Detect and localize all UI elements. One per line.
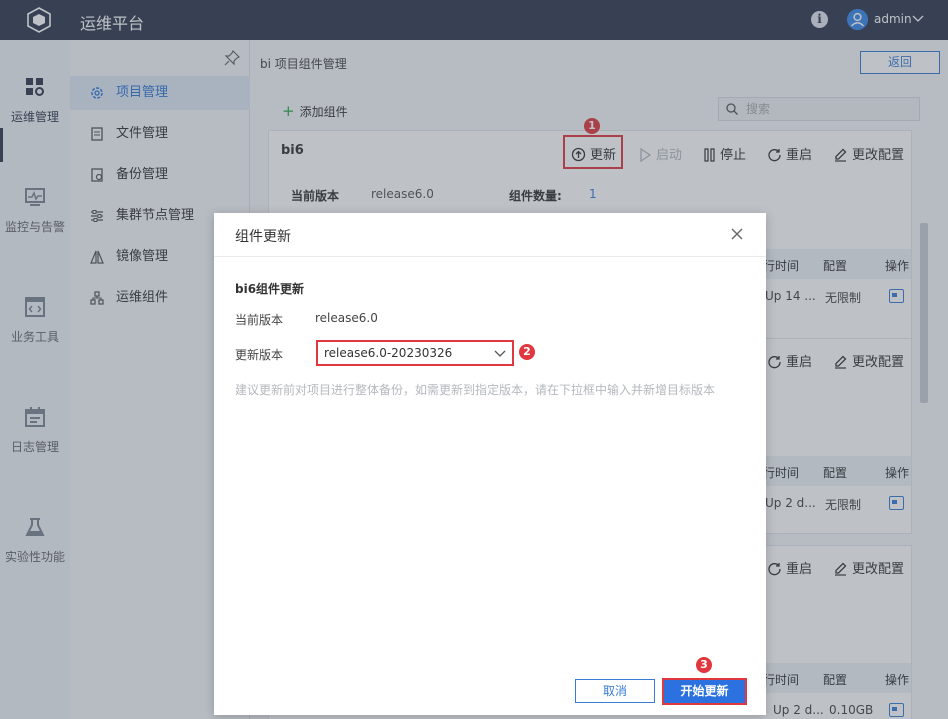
start-update-button[interactable]: 开始更新 xyxy=(662,678,747,705)
cancel-button[interactable]: 取消 xyxy=(575,679,655,703)
version-select-value: release6.0-20230326 xyxy=(324,346,453,360)
component-update-dialog: 组件更新 bi6组件更新 当前版本 release6.0 更新版本 releas… xyxy=(214,213,766,715)
current-version-label: 当前版本 xyxy=(235,313,284,327)
dialog-subtitle: bi6组件更新 xyxy=(235,282,305,296)
step-badge-3: 3 xyxy=(696,657,712,673)
dialog-title: 组件更新 xyxy=(235,229,291,245)
step-badge-2: 2 xyxy=(519,344,535,360)
chevron-down-icon xyxy=(494,350,506,357)
dialog-hint: 建议更新前对项目进行整体备份，如需更新到指定版本，请在下拉框中输入并新增目标版本 xyxy=(235,383,716,397)
version-select[interactable]: release6.0-20230326 xyxy=(316,340,514,366)
update-version-label: 更新版本 xyxy=(235,348,284,362)
dialog-header: 组件更新 xyxy=(214,213,766,257)
current-version-value: release6.0 xyxy=(315,311,378,325)
close-icon[interactable] xyxy=(728,225,746,243)
